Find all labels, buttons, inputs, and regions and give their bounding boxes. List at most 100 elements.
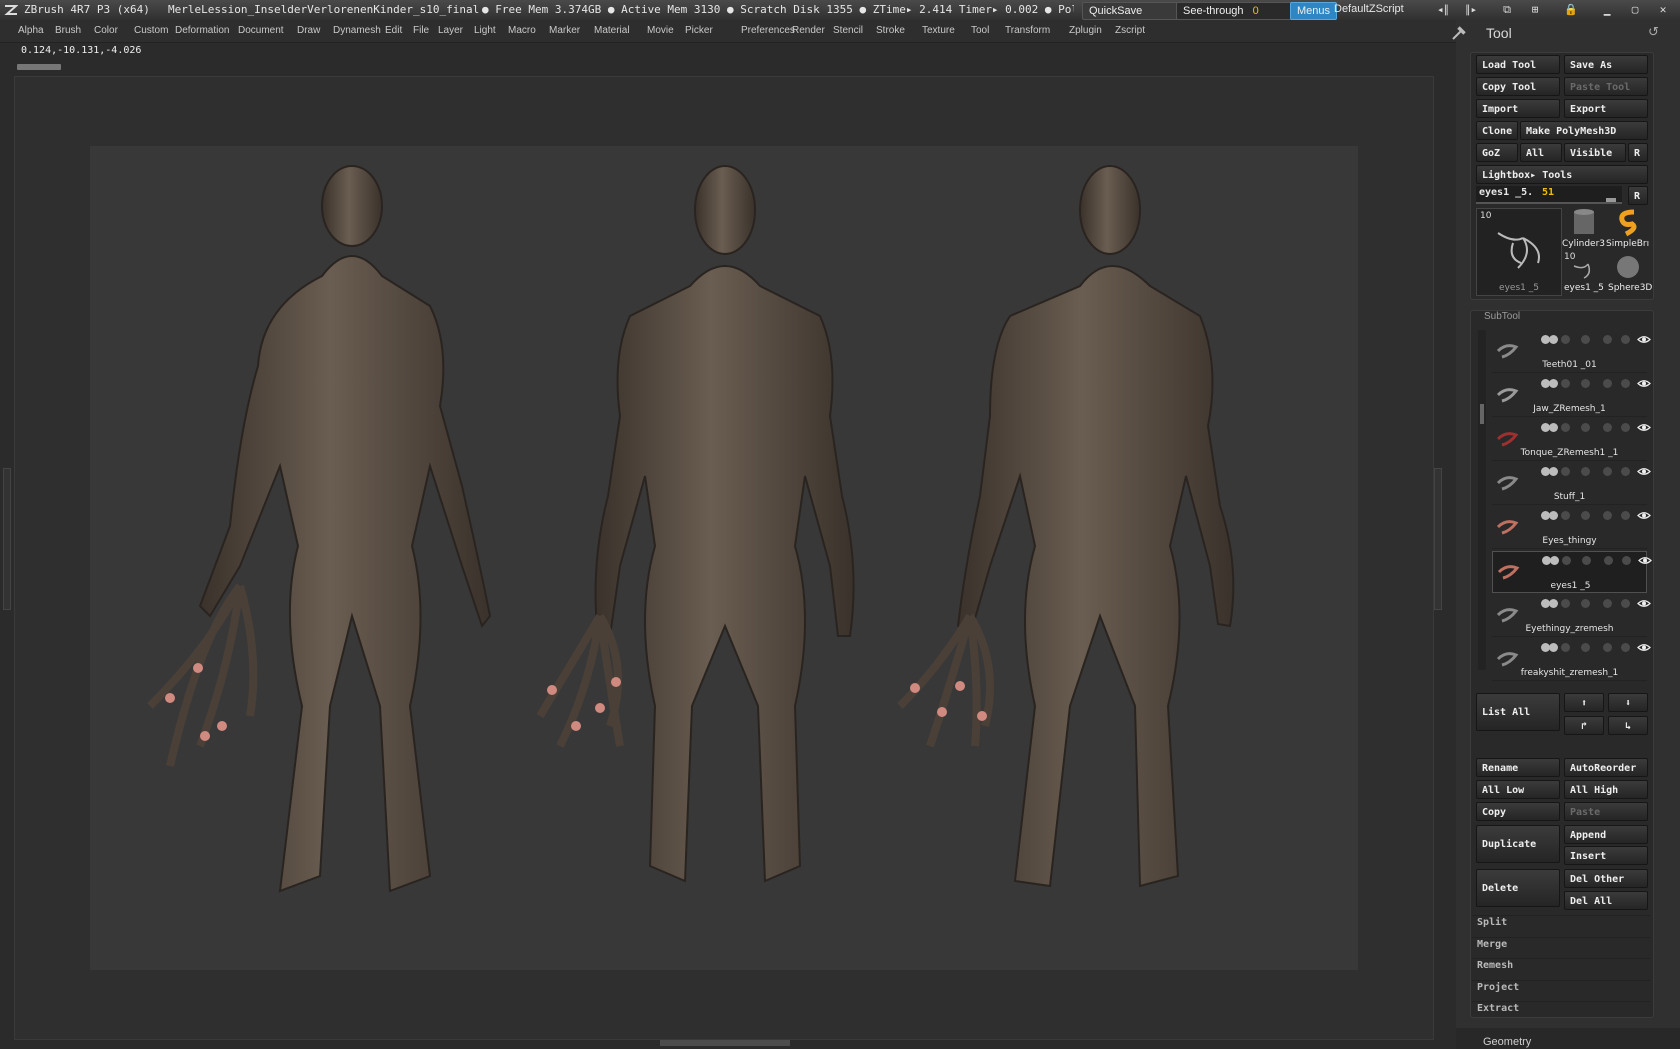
menu-brush[interactable]: Brush bbox=[55, 25, 81, 36]
section-remesh[interactable]: Remesh bbox=[1477, 960, 1513, 971]
menu-macro[interactable]: Macro bbox=[508, 25, 536, 36]
subtool-item[interactable]: Teeth01 _01 bbox=[1492, 331, 1651, 373]
goz-r-button[interactable]: R bbox=[1628, 143, 1648, 162]
subtool-item[interactable]: Jaw_ZRemesh_1 bbox=[1492, 375, 1651, 417]
close-icon[interactable]: ✕ bbox=[1652, 2, 1674, 18]
menus-button[interactable]: Menus bbox=[1290, 2, 1338, 20]
subtool-option-icon[interactable] bbox=[1581, 335, 1590, 344]
right-tray-handle[interactable] bbox=[1434, 468, 1442, 610]
sphere3d-thumbnail[interactable]: Sphere3D bbox=[1606, 252, 1652, 294]
cylinder3d-thumbnail[interactable]: Cylinder3 bbox=[1562, 208, 1606, 250]
polypaint-toggle-icon[interactable] bbox=[1549, 423, 1558, 432]
goz-all-button[interactable]: All bbox=[1520, 143, 1562, 162]
menu-zplugin[interactable]: Zplugin bbox=[1069, 25, 1102, 36]
subtool-option-icon[interactable] bbox=[1621, 643, 1630, 652]
subtool-item[interactable]: Stuff_1 bbox=[1492, 463, 1651, 505]
current-tool-r-button[interactable]: R bbox=[1628, 186, 1648, 205]
default-zscript-button[interactable]: DefaultZScript bbox=[1334, 3, 1404, 15]
mini-slider[interactable] bbox=[17, 64, 61, 70]
visibility-eye-icon[interactable] bbox=[1637, 334, 1651, 345]
subtool-option-icon[interactable] bbox=[1561, 511, 1570, 520]
copy-tool-button[interactable]: Copy Tool bbox=[1476, 77, 1560, 96]
visibility-eye-icon[interactable] bbox=[1637, 510, 1651, 521]
menu-movie[interactable]: Movie bbox=[647, 25, 674, 36]
menu-transform[interactable]: Transform bbox=[1005, 25, 1050, 36]
menu-light[interactable]: Light bbox=[474, 25, 496, 36]
rename-button[interactable]: Rename bbox=[1476, 758, 1560, 777]
delete-button[interactable]: Delete bbox=[1476, 869, 1560, 907]
menu-zscript[interactable]: Zscript bbox=[1115, 25, 1145, 36]
minimize-icon[interactable]: ▁ bbox=[1596, 2, 1618, 18]
subtool-option-icon[interactable] bbox=[1561, 335, 1570, 344]
goz-visible-button[interactable]: Visible bbox=[1564, 143, 1626, 162]
menu-layer[interactable]: Layer bbox=[438, 25, 463, 36]
subtool-option-icon[interactable] bbox=[1603, 467, 1612, 476]
menu-edit[interactable]: Edit bbox=[385, 25, 402, 36]
active-tool-thumbnail[interactable]: 10 eyes1 _5 bbox=[1476, 208, 1562, 296]
menu-marker[interactable]: Marker bbox=[549, 25, 580, 36]
layout-panels-icon[interactable]: ⊞ bbox=[1524, 2, 1546, 18]
visibility-eye-icon[interactable] bbox=[1637, 422, 1651, 433]
menu-custom[interactable]: Custom bbox=[134, 25, 168, 36]
subtool-option-icon[interactable] bbox=[1621, 511, 1630, 520]
creature-model-views[interactable] bbox=[90, 146, 1358, 970]
polypaint-toggle-icon[interactable] bbox=[1549, 467, 1558, 476]
subtool-option-icon[interactable] bbox=[1562, 556, 1571, 565]
subtool-option-icon[interactable] bbox=[1603, 599, 1612, 608]
subtool-option-icon[interactable] bbox=[1581, 467, 1590, 476]
slider-knob[interactable] bbox=[1606, 198, 1616, 202]
subtool-option-icon[interactable] bbox=[1561, 599, 1570, 608]
menu-dynamesh[interactable]: Dynamesh bbox=[333, 25, 381, 36]
polypaint-toggle-icon[interactable] bbox=[1549, 599, 1558, 608]
move-up-icon[interactable]: ⬆ bbox=[1564, 693, 1604, 712]
visibility-eye-icon[interactable] bbox=[1637, 642, 1651, 653]
zbrush-logo-icon[interactable] bbox=[4, 3, 18, 17]
menu-texture[interactable]: Texture bbox=[922, 25, 955, 36]
lightbox-tools-button[interactable]: Lightbox▸ Tools bbox=[1476, 165, 1648, 184]
menu-tool[interactable]: Tool bbox=[971, 25, 989, 36]
section-project[interactable]: Project bbox=[1477, 982, 1519, 993]
all-low-button[interactable]: All Low bbox=[1476, 780, 1560, 799]
subtool-option-icon[interactable] bbox=[1621, 423, 1630, 432]
menu-alpha[interactable]: Alpha bbox=[18, 25, 44, 36]
subtool-item[interactable]: eyes1 _5 bbox=[1492, 551, 1652, 593]
subtool-option-icon[interactable] bbox=[1622, 556, 1631, 565]
make-polymesh3d-button[interactable]: Make PolyMesh3D bbox=[1520, 121, 1648, 140]
menu-render[interactable]: Render bbox=[792, 25, 825, 36]
subtool-option-icon[interactable] bbox=[1581, 643, 1590, 652]
visibility-eye-icon[interactable] bbox=[1637, 378, 1651, 389]
subtool-item[interactable]: Tonque_ZRemesh1 _1 bbox=[1492, 419, 1651, 461]
move-to-bottom-icon[interactable]: ↳ bbox=[1608, 716, 1648, 735]
export-button[interactable]: Export bbox=[1564, 99, 1648, 118]
tool-palette-title[interactable]: Tool bbox=[1486, 25, 1512, 41]
subtool-option-icon[interactable] bbox=[1603, 423, 1612, 432]
polypaint-toggle-icon[interactable] bbox=[1549, 643, 1558, 652]
subtool-copy-button[interactable]: Copy bbox=[1476, 802, 1560, 821]
subtool-option-icon[interactable] bbox=[1603, 511, 1612, 520]
menu-stroke[interactable]: Stroke bbox=[876, 25, 905, 36]
simplebrush-thumbnail[interactable]: SimpleBrı bbox=[1606, 208, 1650, 250]
quicksave-button[interactable]: QuickSave bbox=[1082, 2, 1182, 20]
undo-icon[interactable]: ↺ bbox=[1648, 25, 1659, 40]
subtool-option-icon[interactable] bbox=[1603, 643, 1612, 652]
subtool-paste-button[interactable]: Paste bbox=[1564, 802, 1648, 821]
menu-color[interactable]: Color bbox=[94, 25, 118, 36]
subtool-option-icon[interactable] bbox=[1561, 643, 1570, 652]
subtool-option-icon[interactable] bbox=[1621, 379, 1630, 388]
del-other-button[interactable]: Del Other bbox=[1564, 869, 1648, 888]
left-tray-handle[interactable] bbox=[3, 468, 11, 610]
polypaint-toggle-icon[interactable] bbox=[1549, 511, 1558, 520]
polypaint-toggle-icon[interactable] bbox=[1549, 335, 1558, 344]
all-high-button[interactable]: All High bbox=[1564, 780, 1648, 799]
lock-icon[interactable]: 🔒 bbox=[1560, 2, 1582, 18]
subtool-option-icon[interactable] bbox=[1581, 423, 1590, 432]
subtool-option-icon[interactable] bbox=[1561, 379, 1570, 388]
visibility-eye-icon[interactable] bbox=[1637, 466, 1651, 477]
menu-preferences[interactable]: Preferences bbox=[741, 25, 795, 36]
visibility-eye-icon[interactable] bbox=[1637, 598, 1651, 609]
subtool-option-icon[interactable] bbox=[1582, 556, 1591, 565]
insert-button[interactable]: Insert bbox=[1564, 846, 1648, 865]
subtool-option-icon[interactable] bbox=[1603, 379, 1612, 388]
menu-deformation[interactable]: Deformation bbox=[175, 25, 229, 36]
see-through-slider[interactable]: See-through 0 bbox=[1176, 2, 1294, 20]
